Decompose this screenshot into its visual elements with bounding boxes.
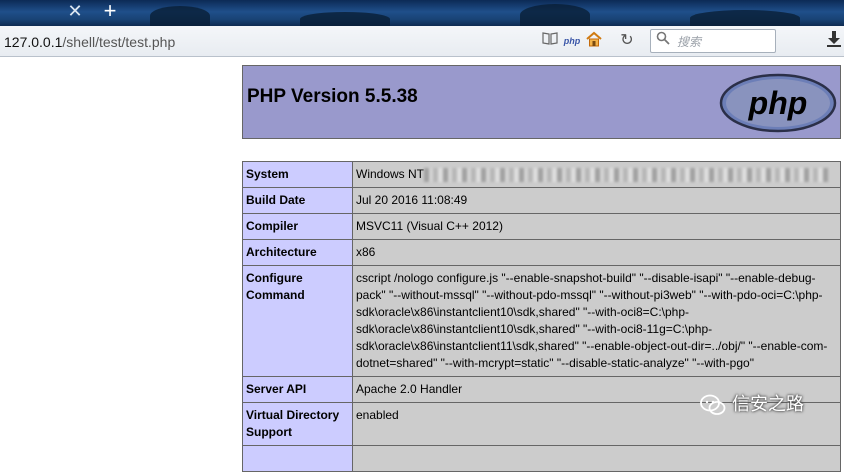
php-icon[interactable]: php — [562, 31, 582, 51]
row-value: x86 — [352, 239, 841, 266]
row-key: System — [242, 161, 353, 188]
system-value: Windows NT — [356, 167, 425, 181]
page-title: PHP Version 5.5.38 — [247, 86, 418, 107]
row-key: Architecture — [242, 239, 353, 266]
table-row — [242, 445, 841, 472]
row-key: Server API — [242, 376, 353, 403]
table-row: Build Date Jul 20 2016 11:08:49 — [242, 187, 841, 214]
reader-icon[interactable] — [541, 31, 559, 51]
address-host: 127.0.0.1 — [4, 34, 63, 50]
row-value: Jul 20 2016 11:08:49 — [352, 187, 841, 214]
table-row: Architecture x86 — [242, 239, 841, 266]
new-tab-icon[interactable]: + — [100, 0, 120, 22]
table-row: Configure Command cscript /nologo config… — [242, 265, 841, 377]
row-value — [352, 445, 841, 472]
tab-close-icon[interactable]: ✕ — [66, 1, 84, 21]
watermark-text: 信安之路 — [732, 394, 804, 414]
background-tree — [690, 10, 800, 26]
wechat-icon — [700, 394, 726, 416]
home-icon[interactable] — [584, 31, 604, 51]
background-tree — [300, 12, 390, 26]
address-path: /shell/test/test.php — [62, 34, 176, 50]
refresh-icon[interactable]: ↻ — [617, 31, 637, 51]
row-value: MSVC11 (Visual C++ 2012) — [352, 213, 841, 240]
php-info-table: System Windows NT Build Date Jul 20 2016… — [242, 161, 841, 472]
row-key — [242, 445, 353, 472]
php-version-header: PHP Version 5.5.38 php — [242, 65, 841, 139]
navigation-bar: 127.0.0.1/shell/test/test.php php ↻ 搜索 — [0, 26, 844, 57]
php-logo: php — [718, 72, 838, 134]
tab-strip: ✕ + — [0, 0, 844, 26]
watermark: 信安之路 — [700, 389, 804, 419]
row-key: Compiler — [242, 213, 353, 240]
row-value: Windows NT — [352, 161, 841, 188]
row-key: Build Date — [242, 187, 353, 214]
address-bar[interactable]: 127.0.0.1/shell/test/test.php — [4, 33, 175, 51]
row-value: cscript /nologo configure.js "--enable-s… — [352, 265, 841, 377]
download-icon[interactable] — [826, 30, 842, 53]
table-row: Compiler MSVC11 (Visual C++ 2012) — [242, 213, 841, 240]
search-icon — [656, 31, 670, 48]
row-key: Configure Command — [242, 265, 353, 377]
background-tree — [520, 4, 590, 26]
background-tree — [150, 6, 210, 26]
php-logo-text: php — [748, 85, 808, 121]
search-placeholder: 搜索 — [677, 35, 702, 49]
search-input[interactable]: 搜索 — [650, 29, 776, 53]
row-key: Virtual Directory Support — [242, 402, 353, 446]
table-row: System Windows NT — [242, 161, 841, 188]
redacted-text — [424, 167, 829, 182]
